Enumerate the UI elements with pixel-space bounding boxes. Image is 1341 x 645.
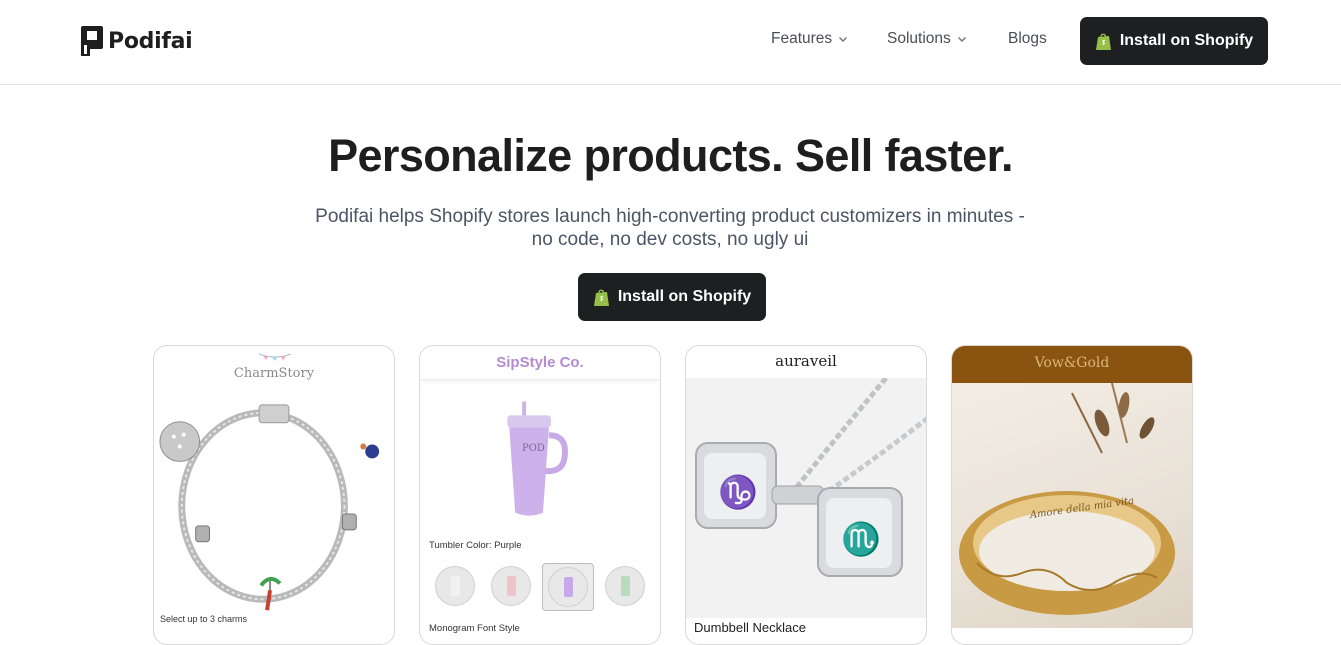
site-header: Podifai Features Solutions Blogs Install… — [0, 0, 1341, 85]
card-brand: CharmStory — [154, 350, 394, 382]
swatch-green[interactable] — [605, 566, 645, 606]
svg-text:♑: ♑ — [718, 473, 758, 511]
card-brand: auraveil — [775, 352, 837, 370]
product-card-charmstory[interactable]: CharmStory Select up to 3 charms — [153, 345, 395, 645]
charm-bracelet-image — [159, 404, 380, 611]
hero-subtitle-line-2: no code, no dev costs, no ugly ui — [531, 229, 809, 250]
option-label: Tumbler Color: Purple — [429, 540, 522, 551]
card-brand-text: CharmStory — [233, 366, 315, 381]
hero-subtitle: Podifai helps Shopify stores launch high… — [270, 205, 1070, 251]
chevron-down-icon — [957, 37, 966, 42]
install-shopify-button[interactable]: Install on Shopify — [1080, 17, 1268, 65]
card-brand: SipStyle Co. — [420, 348, 660, 380]
hero-install-button[interactable]: Install on Shopify — [578, 273, 766, 321]
nav-features[interactable]: Features — [771, 30, 848, 48]
nav-solutions[interactable]: Solutions — [887, 30, 967, 48]
nav-features-label: Features — [771, 30, 833, 47]
product-card-auraveil[interactable]: auraveil ♑ ♏ Dumbbell Necklace — [685, 345, 927, 645]
logo-text: Podifai — [108, 28, 193, 54]
dumbbell-necklace-image: ♑ ♏ — [686, 376, 926, 618]
next-option-label: Monogram Font Style — [429, 623, 520, 634]
nav-blogs[interactable]: Blogs — [1008, 30, 1047, 48]
bunting-icon — [258, 353, 292, 361]
product-card-vowgold[interactable]: Vow&Gold Amore della mia vita — [951, 345, 1193, 645]
nav-solutions-label: Solutions — [887, 30, 951, 47]
gold-ring-image: Amore della mia vita — [952, 382, 1192, 628]
podifai-logo-icon — [81, 26, 103, 56]
swatch-pink[interactable] — [491, 566, 531, 606]
swatch-purple-selected[interactable] — [542, 563, 594, 611]
shopify-bag-icon — [593, 289, 609, 306]
logo[interactable]: Podifai — [80, 24, 193, 58]
card-brand: Vow&Gold — [952, 346, 1192, 383]
install-shopify-label: Install on Shopify — [1119, 32, 1254, 49]
mug-text: POD — [522, 443, 545, 454]
tumbler-image: POD — [507, 401, 568, 516]
hero-subtitle-line-1: Podifai helps Shopify stores launch high… — [315, 206, 1025, 227]
swatch-white[interactable] — [435, 566, 475, 606]
nav-blogs-label: Blogs — [1008, 30, 1047, 47]
shopify-bag-icon — [1095, 33, 1111, 50]
hero-title: Personalize products. Sell faster. — [328, 130, 1013, 181]
product-card-sipstyle[interactable]: SipStyle Co. POD Tumbler Color: Purple M… — [419, 345, 661, 645]
card-caption: Select up to 3 charms — [160, 614, 248, 624]
chevron-down-icon — [839, 37, 848, 42]
svg-text:♏: ♏ — [841, 520, 881, 558]
hero-install-label: Install on Shopify — [617, 288, 752, 305]
